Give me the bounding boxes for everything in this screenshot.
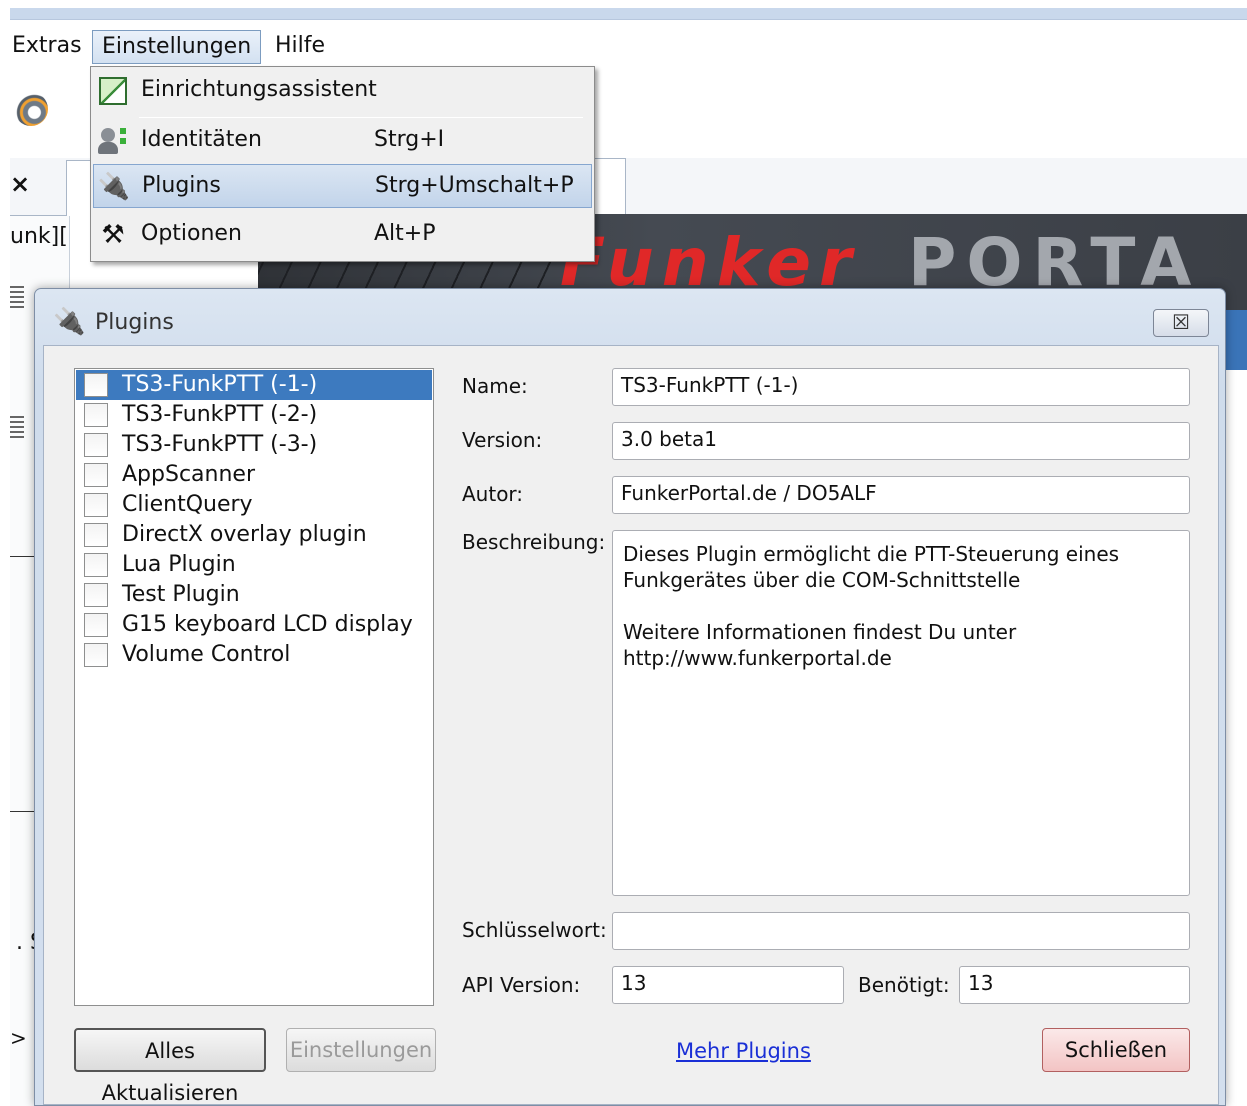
keyword-field[interactable] [612,912,1190,950]
plugins-dialog: 🔌 Plugins ☒ TS3-FunkPTT (-1-) TS3-FunkPT… [34,288,1226,1106]
plugin-list-item[interactable]: ClientQuery [76,490,432,520]
plugin-list-item[interactable]: TS3-FunkPTT (-3-) [76,430,432,460]
plugin-checkbox[interactable] [84,553,108,577]
keyword-label: Schlüsselwort: [462,918,607,942]
plugin-checkbox[interactable] [84,523,108,547]
menu-item-label: Einrichtungsassistent [141,77,377,102]
plugin-list-item[interactable]: DirectX overlay plugin [76,520,432,550]
description-label: Beschreibung: [462,530,606,554]
close-button[interactable]: Schließen [1042,1028,1190,1072]
name-field[interactable]: TS3-FunkPTT (-1-) [612,368,1190,406]
menu-item-label: Optionen [141,221,242,246]
window-top-band [10,8,1247,20]
plugin-name: Test Plugin [122,582,240,607]
menu-item-plugins[interactable]: 🔌 Plugins Strg+Umschalt+P [93,164,592,208]
menu-item-label: Plugins [142,173,221,198]
plugin-name: AppScanner [122,462,255,487]
menu-item-identitaeten[interactable]: Identitäten Strg+I [93,119,592,163]
plugin-icon: 🔌 [97,172,131,202]
more-plugins-link[interactable]: Mehr Plugins [676,1036,811,1066]
dialog-title: Plugins [95,310,174,335]
channel-tree-text: unk][ [10,224,68,249]
grip-handle-icon[interactable] [10,416,24,438]
plugin-checkbox[interactable] [84,433,108,457]
plugin-list-item[interactable]: TS3-FunkPTT (-2-) [76,400,432,430]
channel-tree-text-gt: > [10,1026,27,1050]
required-label: Benötigt: [858,973,950,997]
menu-item-shortcut: Strg+Umschalt+P [375,173,574,198]
plugin-name: Lua Plugin [122,552,236,577]
dialog-close-button[interactable]: ☒ [1153,309,1209,337]
description-paragraph: Weitere Informationen findest Du unter h… [623,620,1017,670]
version-label: Version: [462,428,543,452]
author-label: Autor: [462,482,524,506]
menu-item-shortcut: Strg+I [374,127,445,152]
menu-item-optionen[interactable]: ⚒ Optionen Alt+P [93,213,592,257]
version-field[interactable]: 3.0 beta1 [612,422,1190,460]
plugin-checkbox[interactable] [84,463,108,487]
plugin-list[interactable]: TS3-FunkPTT (-1-) TS3-FunkPTT (-2-) TS3-… [74,368,434,1006]
plugin-checkbox[interactable] [84,493,108,517]
plugin-name: TS3-FunkPTT (-2-) [122,402,318,427]
description-field[interactable]: Dieses Plugin ermöglicht die PTT-Steueru… [612,530,1190,896]
tab-close-icon[interactable]: × [10,170,30,198]
menu-item-shortcut: Alt+P [374,221,436,246]
plugin-checkbox[interactable] [84,403,108,427]
update-all-button[interactable]: Alles Aktualisieren [74,1028,266,1105]
plugin-name: TS3-FunkPTT (-1-) [122,372,318,397]
plugin-list-item[interactable]: Lua Plugin [76,550,432,580]
plugin-list-item[interactable]: TS3-FunkPTT (-1-) [76,370,432,400]
plugin-checkbox[interactable] [84,583,108,607]
api-version-field[interactable]: 13 [612,966,844,1004]
plugin-checkbox[interactable] [84,613,108,637]
plugin-list-item[interactable]: AppScanner [76,460,432,490]
api-version-label: API Version: [462,973,581,997]
menu-einstellungen[interactable]: Einstellungen [92,30,262,64]
menu-bar: Extras Einstellungen Hilfe [10,22,1247,68]
plugin-settings-button[interactable]: Einstellungen [286,1028,436,1072]
menu-hilfe[interactable]: Hilfe [266,30,334,64]
plugin-name: Volume Control [122,642,291,667]
menu-separator [139,117,583,118]
einstellungen-dropdown-menu: Einrichtungsassistent Identitäten Strg+I… [90,66,595,262]
name-label: Name: [462,374,528,398]
menu-extras[interactable]: Extras [10,30,91,64]
plugin-name: G15 keyboard LCD display [122,612,413,637]
plugin-name: DirectX overlay plugin [122,522,367,547]
plugin-name: TS3-FunkPTT (-3-) [122,432,318,457]
menu-item-einrichtungsassistent[interactable]: Einrichtungsassistent [93,69,592,113]
options-tools-icon: ⚒ [101,220,125,250]
required-field[interactable]: 13 [959,966,1190,1004]
plugin-checkbox[interactable] [84,373,108,397]
author-field[interactable]: FunkerPortal.de / DO5ALF [612,476,1190,514]
plugin-icon: 🔌 [53,307,86,337]
dialog-client-area: TS3-FunkPTT (-1-) TS3-FunkPTT (-2-) TS3-… [43,345,1219,1105]
plugin-list-item[interactable]: G15 keyboard LCD display [76,610,432,640]
plugin-list-item[interactable]: Volume Control [76,640,432,670]
wizard-icon [97,75,129,107]
connect-icon[interactable] [14,92,48,126]
plugin-checkbox[interactable] [84,643,108,667]
identities-icon [97,125,129,157]
menu-item-label: Identitäten [141,127,262,152]
description-paragraph: Dieses Plugin ermöglicht die PTT-Steueru… [623,542,1120,592]
grip-handle-icon[interactable] [10,286,24,308]
plugin-list-item[interactable]: Test Plugin [76,580,432,610]
plugin-name: ClientQuery [122,492,253,517]
